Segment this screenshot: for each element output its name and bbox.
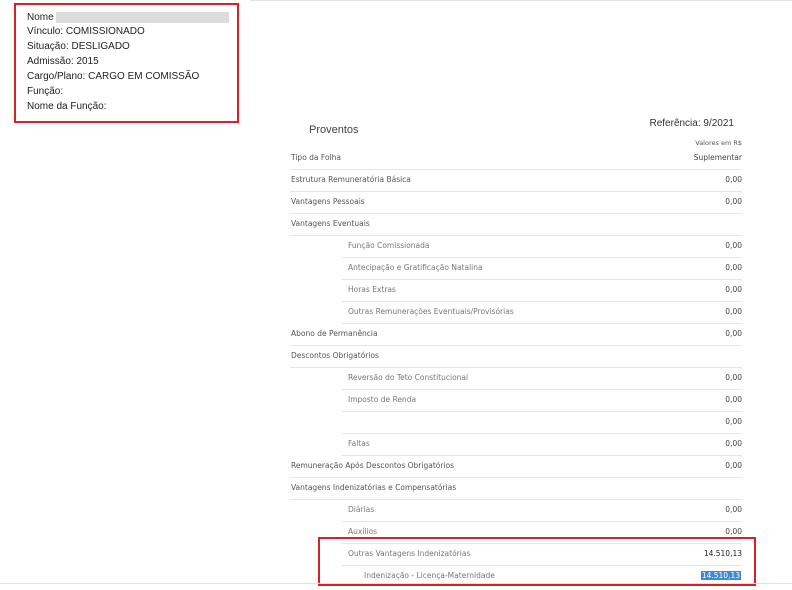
row-value: 0,00 — [725, 439, 742, 448]
row-label: Outras Remunerações Eventuais/Provisória… — [348, 307, 514, 316]
reference-period: Referência: 9/2021 — [649, 118, 734, 129]
employee-nome-funcao: Nome da Função: — [27, 101, 107, 112]
row-label: Antecipação e Gratificação Natalina — [348, 263, 483, 272]
row-label: Função Comissionada — [348, 241, 430, 250]
header-value: Suplementar — [693, 153, 742, 162]
table-row: Imposto de Renda 0,00 — [290, 390, 742, 412]
table-header-row: Tipo da Folha Suplementar — [290, 148, 742, 170]
row-label: Estrutura Remuneratória Básica — [291, 175, 411, 184]
table-row: Antecipação e Gratificação Natalina 0,00 — [290, 258, 742, 280]
row-label: Descontos Obrigatórios — [291, 351, 379, 360]
row-label: Abono de Permanência — [291, 329, 378, 338]
section-title: Proventos — [309, 124, 359, 136]
table-row: Vantagens Indenizatórias e Compensatória… — [290, 478, 742, 500]
employee-admissao: Admissão: 2015 — [27, 56, 99, 67]
row-label: Vantagens Pessoais — [291, 197, 365, 206]
redacted-name — [56, 12, 229, 23]
proventos-panel: Proventos Referência: 9/2021 Valores em … — [284, 110, 744, 590]
table-row: 0,00 — [290, 412, 742, 434]
table-row: Vantagens Pessoais 0,00 — [290, 192, 742, 214]
table-row: Vantagens Eventuais — [290, 214, 742, 236]
row-label: Diárias — [348, 505, 375, 514]
table-row: Descontos Obrigatórios — [290, 346, 742, 368]
row-label: Remuneração Após Descontos Obrigatórios — [291, 461, 455, 470]
row-value: 0,00 — [725, 417, 742, 426]
bottom-divider — [0, 583, 792, 584]
row-value: 0,00 — [725, 395, 742, 404]
currency-note: Valores em R$ — [695, 139, 742, 147]
row-value: 0,00 — [725, 175, 742, 184]
row-value: 0,00 — [725, 241, 742, 250]
table-row: Reversão do Teto Constitucional 0,00 — [290, 368, 742, 390]
row-value: 0,00 — [725, 285, 742, 294]
employee-name-label: Nome — [27, 12, 54, 23]
table-row: Outras Remunerações Eventuais/Provisória… — [290, 302, 742, 324]
row-value: 0,00 — [725, 461, 742, 470]
row-label: Vantagens Eventuais — [291, 219, 370, 228]
row-label: Faltas — [348, 439, 370, 448]
row-label: Imposto de Renda — [348, 395, 417, 404]
employee-info-box: Nome Vínculo: COMISSIONADO Situação: DES… — [14, 3, 239, 123]
table-row: Abono de Permanência 0,00 — [290, 324, 742, 346]
row-value: 0,00 — [725, 197, 742, 206]
row-label: Vantagens Indenizatórias e Compensatória… — [291, 483, 457, 492]
table-row: Remuneração Após Descontos Obrigatórios … — [290, 456, 742, 478]
row-label: Auxílios — [348, 527, 378, 536]
table-row: Função Comissionada 0,00 — [290, 236, 742, 258]
employee-funcao: Função: — [27, 86, 64, 97]
table-row: Estrutura Remuneratória Básica 0,00 — [290, 170, 742, 192]
row-value: 0,00 — [725, 263, 742, 272]
table-row: Horas Extras 0,00 — [290, 280, 742, 302]
header-label: Tipo da Folha — [291, 153, 341, 162]
row-label: Reversão do Teto Constitucional — [348, 373, 469, 382]
row-value: 0,00 — [725, 505, 742, 514]
top-divider — [250, 0, 792, 1]
employee-situacao: Situação: DESLIGADO — [27, 41, 130, 52]
highlight-box — [318, 537, 756, 586]
employee-vinculo: Vínculo: COMISSIONADO — [27, 26, 145, 37]
row-value: 0,00 — [725, 373, 742, 382]
table-row: Faltas 0,00 — [290, 434, 742, 456]
employee-cargo: Cargo/Plano: CARGO EM COMISSÃO — [27, 71, 200, 82]
row-value: 0,00 — [725, 527, 742, 536]
table-row: Diárias 0,00 — [290, 500, 742, 522]
row-value: 0,00 — [725, 329, 742, 338]
row-value: 0,00 — [725, 307, 742, 316]
row-label: Horas Extras — [348, 285, 396, 294]
